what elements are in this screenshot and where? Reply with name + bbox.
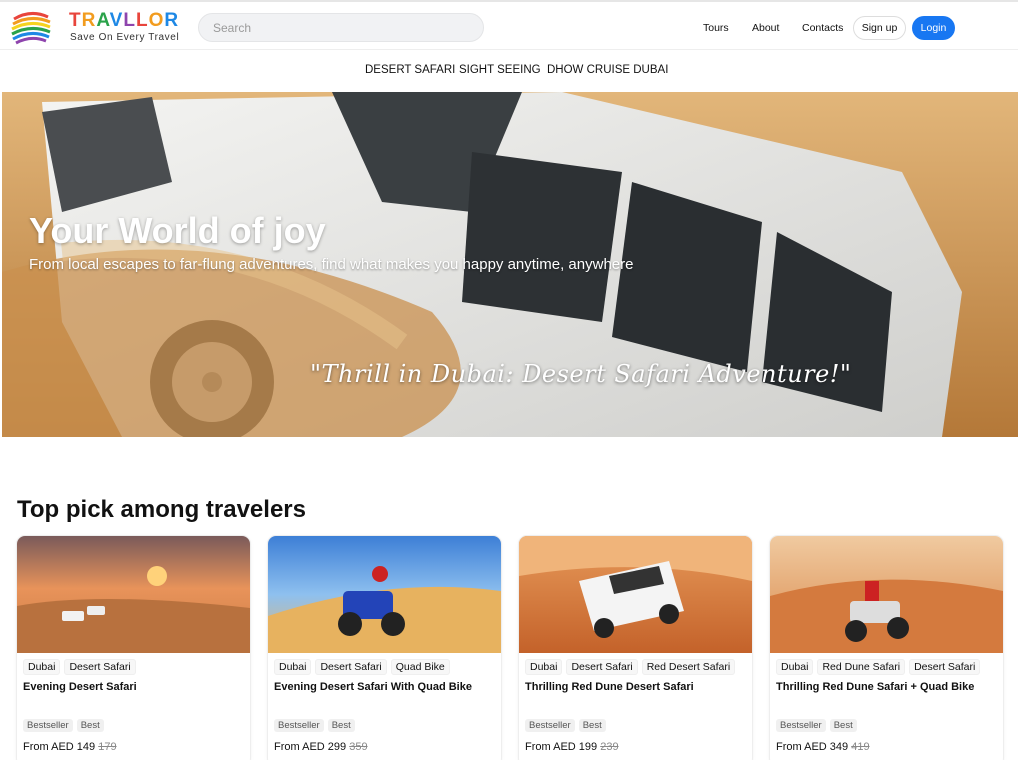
- best-badge: Best: [829, 719, 857, 732]
- tour-price: From AED 349 419: [776, 741, 870, 753]
- current-price: From AED 199: [525, 741, 598, 753]
- nav-link-contacts[interactable]: Contacts: [802, 22, 843, 34]
- category-desert-safari[interactable]: DESERT SAFARI: [365, 64, 455, 76]
- nav-link-tours[interactable]: Tours: [703, 22, 729, 34]
- old-price: 359: [349, 741, 368, 753]
- tag[interactable]: Dubai: [274, 659, 312, 675]
- tag[interactable]: Dubai: [23, 659, 61, 675]
- hero-subtitle: From local escapes to far-flung adventur…: [29, 256, 634, 273]
- best-badge: Best: [76, 719, 104, 732]
- brand-name[interactable]: TRAVLLOR: [69, 10, 179, 32]
- tag-list: Dubai Desert Safari: [23, 659, 136, 675]
- bestseller-badge: Bestseller: [776, 719, 826, 732]
- brand-tagline: Save On Every Travel: [70, 32, 180, 43]
- hero-title: Your World of joy: [29, 210, 326, 251]
- tour-card[interactable]: Dubai Desert Safari Quad Bike Evening De…: [268, 536, 501, 760]
- category-nav: DESERT SAFARI SIGHT SEEING DHOW CRUISE D…: [0, 51, 1018, 91]
- tour-title[interactable]: Evening Desert Safari: [23, 681, 137, 693]
- hero-quote: "Thrill in Dubai: Desert Safari Adventur…: [310, 360, 852, 388]
- bestseller-badge: Bestseller: [274, 719, 324, 732]
- tour-image-red-dune: [519, 536, 752, 653]
- current-price: From AED 349: [776, 741, 849, 753]
- tour-price: From AED 149 179: [23, 741, 117, 753]
- tour-image-red-dune-quad: [770, 536, 1003, 653]
- current-price: From AED 149: [23, 741, 96, 753]
- category-dhow-cruise[interactable]: DHOW CRUISE DUBAI: [547, 64, 668, 76]
- signup-button[interactable]: Sign up: [853, 16, 906, 40]
- tag[interactable]: Desert Safari: [315, 659, 387, 675]
- tour-card[interactable]: Dubai Desert Safari Red Desert Safari Th…: [519, 536, 752, 760]
- tag[interactable]: Dubai: [525, 659, 563, 675]
- tag[interactable]: Desert Safari: [909, 659, 981, 675]
- hero-banner: Your World of joy From local escapes to …: [2, 92, 1018, 437]
- tour-price: From AED 199 239: [525, 741, 619, 753]
- tour-title[interactable]: Evening Desert Safari With Quad Bike: [274, 681, 472, 693]
- tour-image-quad-bike: [268, 536, 501, 653]
- tour-card[interactable]: Dubai Red Dune Safari Desert Safari Thri…: [770, 536, 1003, 760]
- section-title: Top pick among travelers: [17, 496, 306, 523]
- old-price: 419: [851, 741, 870, 753]
- tour-image-evening-safari: [17, 536, 250, 653]
- badge-list: Bestseller Best: [776, 719, 857, 732]
- old-price: 179: [98, 741, 117, 753]
- bestseller-badge: Bestseller: [23, 719, 73, 732]
- old-price: 239: [600, 741, 619, 753]
- tag-list: Dubai Desert Safari Red Desert Safari: [525, 659, 736, 675]
- tag-list: Dubai Desert Safari Quad Bike: [274, 659, 450, 675]
- tag[interactable]: Desert Safari: [64, 659, 136, 675]
- badge-list: Bestseller Best: [23, 719, 104, 732]
- tag-list: Dubai Red Dune Safari Desert Safari: [776, 659, 981, 675]
- badge-list: Bestseller Best: [274, 719, 355, 732]
- nav-link-about[interactable]: About: [752, 22, 779, 34]
- tag[interactable]: Quad Bike: [390, 659, 450, 675]
- tag[interactable]: Red Dune Safari: [817, 659, 906, 675]
- current-price: From AED 299: [274, 741, 347, 753]
- tag[interactable]: Desert Safari: [566, 659, 638, 675]
- globe-logo-icon[interactable]: [10, 7, 52, 47]
- top-bar: TRAVLLOR Save On Every Travel Tours Abou…: [0, 0, 1018, 50]
- badge-list: Bestseller Best: [525, 719, 606, 732]
- search-input[interactable]: [198, 13, 484, 42]
- login-button[interactable]: Login: [912, 16, 955, 40]
- best-badge: Best: [327, 719, 355, 732]
- best-badge: Best: [578, 719, 606, 732]
- tour-title[interactable]: Thrilling Red Dune Safari + Quad Bike: [776, 681, 974, 693]
- category-sight-seeing[interactable]: SIGHT SEEING: [459, 64, 541, 76]
- tag[interactable]: Red Desert Safari: [641, 659, 736, 675]
- tag[interactable]: Dubai: [776, 659, 814, 675]
- bestseller-badge: Bestseller: [525, 719, 575, 732]
- tour-card[interactable]: Dubai Desert Safari Evening Desert Safar…: [17, 536, 250, 760]
- tour-price: From AED 299 359: [274, 741, 368, 753]
- tour-title[interactable]: Thrilling Red Dune Desert Safari: [525, 681, 694, 693]
